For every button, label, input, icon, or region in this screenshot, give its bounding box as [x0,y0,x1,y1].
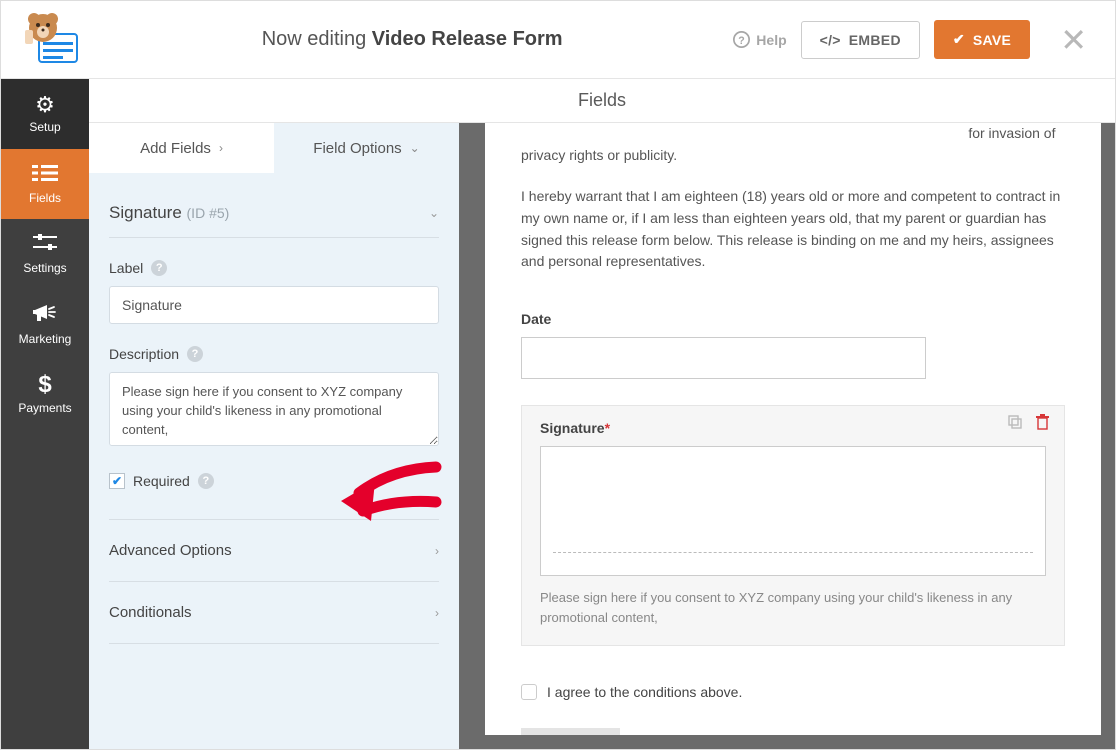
nav-payments[interactable]: $ Payments [1,359,89,429]
chevron-down-icon: ⌄ [410,141,420,155]
close-button[interactable]: ✕ [1044,21,1095,59]
sliders-icon [33,233,57,257]
field-title-row[interactable]: Signature (ID #5) ⌄ [109,173,439,238]
required-star: * [605,420,610,436]
duplicate-icon[interactable] [1007,414,1023,433]
tab-add-fields[interactable]: Add Fields › [89,123,274,173]
help-icon[interactable]: ? [151,260,167,276]
field-id: (ID #5) [187,205,230,221]
nav-fields[interactable]: Fields [1,149,89,219]
form-preview: for invasion of privacy rights or public… [485,123,1101,735]
list-icon [32,163,58,187]
chevron-right-icon: › [435,544,439,558]
field-options-panel: Add Fields › Field Options ⌄ Signature (… [89,123,459,749]
signature-pad[interactable] [540,446,1046,576]
nav-marketing[interactable]: Marketing [1,289,89,359]
section-header: Fields [89,79,1115,123]
chevron-right-icon: › [219,141,223,155]
bullhorn-icon [33,302,58,328]
form-name: Video Release Form [372,28,563,50]
gear-icon: ⚙ [35,94,55,116]
chevron-right-icon: › [435,606,439,620]
description-caption: Description [109,346,179,362]
field-type-name: Signature [109,203,182,222]
svg-text:?: ? [739,35,745,47]
top-actions: ? Help </> EMBED ✔ SAVE ✕ [733,20,1095,59]
save-button[interactable]: ✔ SAVE [934,20,1030,59]
required-checkbox[interactable]: ✔ [109,473,125,489]
submit-button[interactable]: Submit [521,728,620,735]
signature-description: Please sign here if you consent to XYZ c… [540,588,1046,627]
arrow-annotation [341,457,451,530]
app-logo [21,10,91,70]
tab-field-options[interactable]: Field Options ⌄ [274,123,459,173]
conditionals-toggle[interactable]: Conditionals › [109,581,439,643]
embed-button[interactable]: </> EMBED [801,21,920,59]
body-text: for invasion of privacy rights or public… [521,123,1065,166]
label-input[interactable] [109,286,439,324]
page-title: Now editing Video Release Form [91,28,733,51]
help-icon: ? [733,31,750,48]
check-icon: ✔ [953,31,965,48]
help-icon[interactable]: ? [187,346,203,362]
body-text: I hereby warrant that I am eighteen (18)… [521,186,1065,273]
nav-settings[interactable]: Settings [1,219,89,289]
dollar-icon: $ [38,373,51,397]
help-link[interactable]: ? Help [733,31,786,48]
date-label: Date [521,311,1065,327]
help-icon[interactable]: ? [198,473,214,489]
editing-prefix: Now editing [262,28,367,50]
signature-label: Signature* [540,420,1046,436]
side-nav: ⚙ Setup Fields Settings Marketing $ Paym… [1,79,89,749]
label-caption: Label [109,260,143,276]
date-input[interactable] [521,337,926,379]
top-bar: Now editing Video Release Form ? Help </… [1,1,1115,79]
description-input[interactable]: Please sign here if you consent to XYZ c… [109,372,439,446]
required-label: Required [133,473,190,489]
signature-field-block[interactable]: Signature* Please sign here if you conse… [521,405,1065,646]
agree-label: I agree to the conditions above. [547,684,742,700]
nav-setup[interactable]: ⚙ Setup [1,79,89,149]
trash-icon[interactable] [1035,414,1050,433]
code-icon: </> [820,32,841,48]
chevron-down-icon: ⌄ [429,206,439,220]
agree-checkbox[interactable] [521,684,537,700]
